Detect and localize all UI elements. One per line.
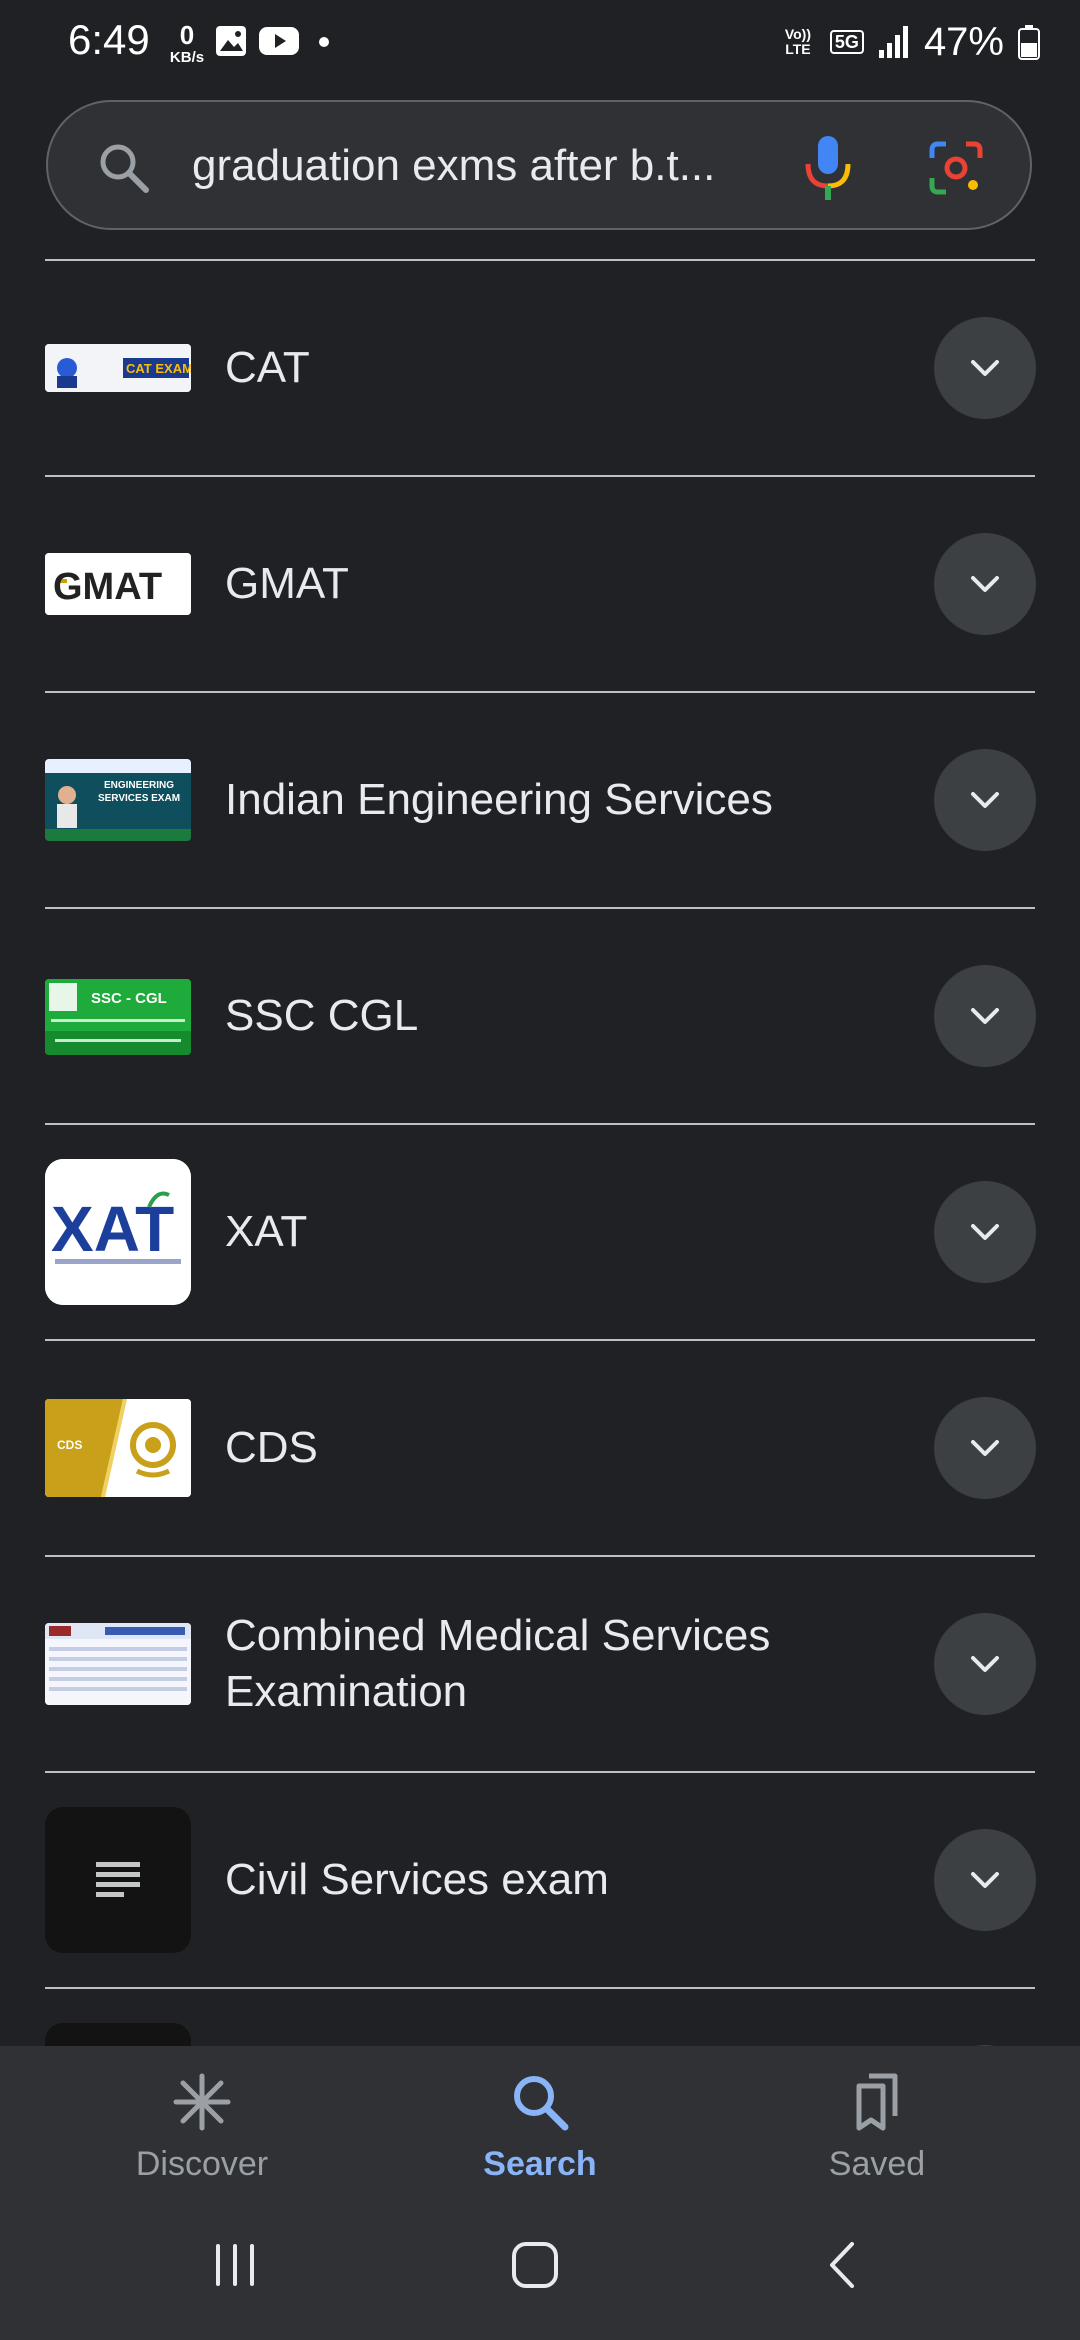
result-row-combined-medical[interactable]: Combined Medical Services Examination bbox=[45, 1557, 1036, 1771]
chevron-down-icon bbox=[971, 1008, 999, 1024]
system-nav-bar bbox=[0, 2196, 1080, 2340]
cat-thumbnail: CAT EXAM bbox=[45, 344, 191, 392]
bottom-nav: Discover Search Saved bbox=[0, 2046, 1080, 2196]
chevron-down-icon bbox=[971, 1440, 999, 1456]
ssc-thumbnail: SSC - CGL bbox=[45, 979, 191, 1055]
recents-icon[interactable] bbox=[210, 2240, 260, 2290]
result-row-civil-services[interactable]: Civil Services exam bbox=[45, 1773, 1036, 1987]
status-time: 6:49 bbox=[68, 16, 150, 63]
expand-button[interactable] bbox=[934, 317, 1036, 419]
dot-icon bbox=[319, 37, 329, 47]
ssc-thumb-text: SSC - CGL bbox=[91, 990, 167, 1007]
result-label: GMAT bbox=[225, 559, 349, 608]
mic-icon[interactable] bbox=[800, 134, 856, 204]
chevron-down-icon bbox=[971, 1224, 999, 1240]
battery-percent: 47% bbox=[923, 19, 1004, 64]
status-right: Vo)) LTE 5G 47% bbox=[780, 16, 1040, 68]
battery-icon bbox=[1018, 25, 1040, 60]
youtube-icon bbox=[259, 27, 299, 55]
ies-thumb-text: ENGINEERING SERVICES EXAM bbox=[97, 780, 181, 804]
data-rate-unit: KB/s bbox=[169, 49, 205, 66]
network-volte: Vo)) LTE bbox=[784, 26, 812, 57]
result-row-ssc-cgl[interactable]: SSC - CGL SSC CGL bbox=[45, 909, 1036, 1123]
status-bar: 6:49 0 KB/s Vo)) LTE 5G 47% bbox=[0, 0, 1080, 84]
nav-search-label: Search bbox=[483, 2145, 597, 2183]
asterisk-icon bbox=[173, 2073, 231, 2131]
signal-icon bbox=[878, 26, 908, 58]
expand-button[interactable] bbox=[934, 1613, 1036, 1715]
chevron-down-icon bbox=[971, 1656, 999, 1672]
results-list: CAT EXAM CAT GMAT GMAT ENGINEERING SERVI… bbox=[45, 259, 1036, 2147]
chevron-down-icon bbox=[971, 792, 999, 808]
search-icon bbox=[514, 2076, 569, 2131]
search-input[interactable] bbox=[192, 134, 792, 198]
result-label: CDS bbox=[225, 1423, 318, 1472]
result-label: Combined Medical Services Examination bbox=[225, 1611, 771, 1716]
nav-discover-label: Discover bbox=[135, 2145, 269, 2183]
lens-icon[interactable] bbox=[928, 140, 984, 196]
chevron-down-icon bbox=[971, 576, 999, 592]
data-rate-value: 0 bbox=[179, 20, 195, 50]
expand-button[interactable] bbox=[934, 965, 1036, 1067]
search-icon[interactable] bbox=[96, 140, 152, 196]
cat-thumb-text: CAT EXAM bbox=[126, 361, 191, 376]
document-placeholder-thumbnail bbox=[45, 1807, 191, 1953]
network-5g: 5G bbox=[829, 29, 864, 55]
expand-button[interactable] bbox=[934, 1829, 1036, 1931]
gmat-thumbnail: GMAT bbox=[45, 553, 191, 615]
expand-button[interactable] bbox=[934, 533, 1036, 635]
result-row-gmat[interactable]: GMAT GMAT bbox=[45, 477, 1036, 691]
result-label: XAT bbox=[225, 1207, 308, 1256]
xat-thumbnail: XAT bbox=[45, 1159, 191, 1305]
expand-button[interactable] bbox=[934, 1181, 1036, 1283]
chevron-down-icon bbox=[971, 360, 999, 376]
cds-thumb-text: CDS bbox=[57, 1438, 82, 1452]
expand-button[interactable] bbox=[934, 749, 1036, 851]
result-label: Civil Services exam bbox=[225, 1855, 609, 1904]
home-icon[interactable] bbox=[510, 2240, 560, 2290]
result-label: SSC CGL bbox=[225, 991, 419, 1040]
nav-search[interactable]: Search bbox=[420, 2070, 660, 2184]
cms-thumbnail bbox=[45, 1623, 191, 1705]
nav-discover[interactable]: Discover bbox=[82, 2070, 322, 2184]
result-row-cds[interactable]: CDS CDS bbox=[45, 1341, 1036, 1555]
search-bar[interactable] bbox=[46, 100, 1032, 230]
chevron-down-icon bbox=[971, 1872, 999, 1888]
nav-saved[interactable]: Saved bbox=[757, 2070, 997, 2184]
xat-thumb-text: XAT bbox=[51, 1193, 174, 1265]
nav-saved-label: Saved bbox=[828, 2145, 926, 2183]
result-row-xat[interactable]: XAT XAT bbox=[45, 1125, 1036, 1339]
document-lines-icon bbox=[96, 1862, 140, 1897]
gmat-thumb-text: GMAT bbox=[53, 566, 162, 608]
gallery-icon bbox=[216, 26, 246, 56]
expand-button[interactable] bbox=[934, 1397, 1036, 1499]
ies-thumbnail: ENGINEERING SERVICES EXAM bbox=[45, 759, 191, 841]
result-row-ies[interactable]: ENGINEERING SERVICES EXAM Indian Enginee… bbox=[45, 693, 1036, 907]
result-label: CAT bbox=[225, 343, 310, 392]
bookmarks-icon bbox=[856, 2073, 898, 2131]
result-row-cat[interactable]: CAT EXAM CAT bbox=[45, 261, 1036, 475]
data-rate: 0 KB/s bbox=[162, 22, 212, 65]
result-label: Indian Engineering Services bbox=[225, 775, 773, 824]
cds-thumbnail: CDS bbox=[45, 1399, 191, 1497]
back-icon[interactable] bbox=[818, 2240, 868, 2290]
